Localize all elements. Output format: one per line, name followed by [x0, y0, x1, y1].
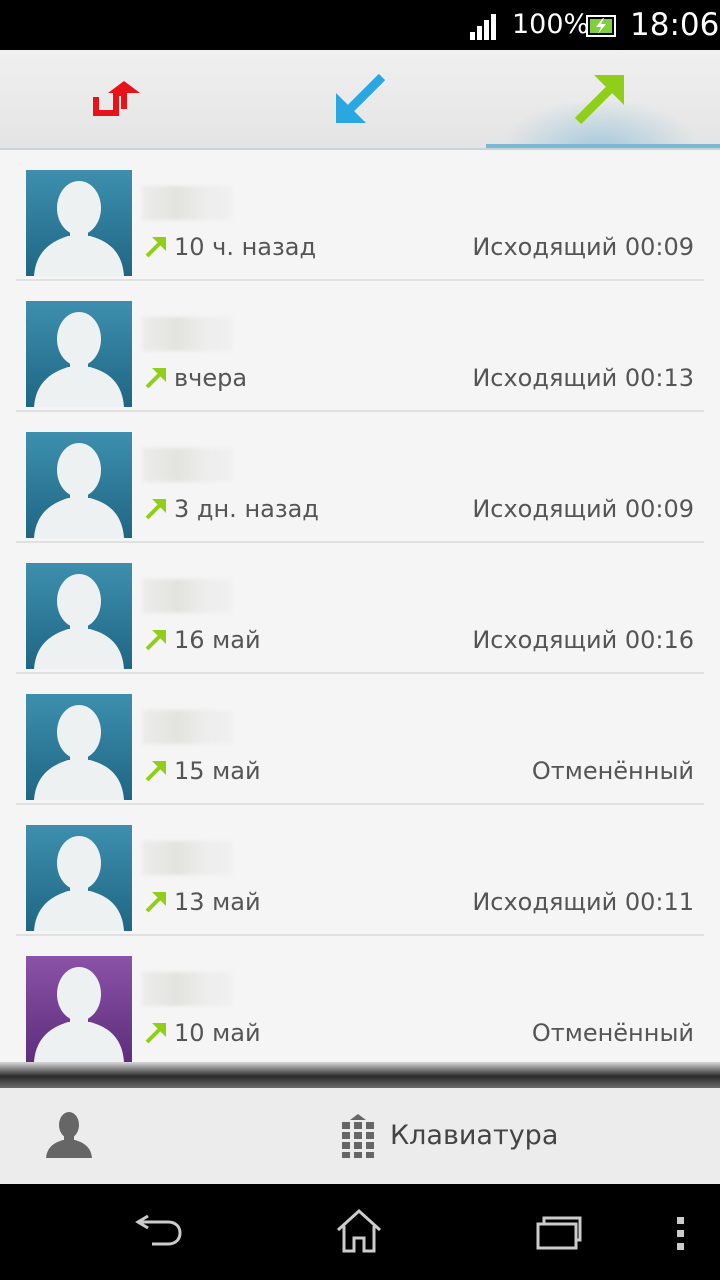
back-icon — [135, 1214, 182, 1246]
home-button[interactable] — [320, 1184, 400, 1280]
overflow-menu-button[interactable] — [660, 1184, 700, 1280]
call-time: вчера — [174, 364, 248, 392]
recent-apps-icon — [536, 1216, 582, 1250]
contact-avatar[interactable] — [26, 432, 132, 538]
contact-avatar[interactable] — [26, 301, 132, 407]
back-button[interactable] — [120, 1184, 200, 1280]
call-status: Исходящий 00:13 — [472, 364, 694, 392]
contact-name-redacted — [142, 317, 232, 351]
call-status: Исходящий 00:09 — [472, 233, 694, 261]
signal-icon — [470, 14, 496, 40]
outgoing-call-icon — [574, 75, 624, 125]
clock: 18:06 — [630, 7, 720, 43]
call-row[interactable]: 15 май Отменённый — [0, 674, 720, 805]
call-time: 10 май — [174, 1019, 261, 1047]
call-time: 3 дн. назад — [174, 495, 319, 523]
overflow-menu-icon — [677, 1217, 684, 1250]
contact-avatar[interactable] — [26, 825, 132, 931]
phone-screen: 100% 18:06 10 ч. назад Исходящий 00:09 в… — [0, 0, 720, 1280]
contact-name-redacted — [142, 448, 232, 482]
battery-percent: 100% — [512, 9, 590, 40]
contacts-button[interactable] — [20, 1088, 120, 1184]
outgoing-call-icon — [145, 499, 166, 520]
call-row[interactable]: 10 ч. назад Исходящий 00:09 — [0, 150, 720, 281]
call-row[interactable]: 16 май Исходящий 00:16 — [0, 543, 720, 674]
contact-name-redacted — [142, 579, 232, 613]
call-row[interactable]: 10 май Отменённый — [0, 936, 720, 1066]
outgoing-call-icon — [145, 1023, 166, 1044]
keypad-button[interactable]: Клавиатура — [330, 1088, 590, 1184]
call-time: 16 май — [174, 626, 261, 654]
call-row[interactable]: 3 дн. назад Исходящий 00:09 — [0, 412, 720, 543]
person-silhouette-icon — [26, 563, 132, 669]
contact-avatar[interactable] — [26, 563, 132, 669]
keypad-grid-icon — [342, 1114, 374, 1158]
missed-call-icon — [93, 81, 140, 116]
call-status: Отменённый — [531, 757, 694, 785]
person-silhouette-icon — [26, 432, 132, 538]
navigation-bar — [0, 1184, 720, 1280]
call-status: Исходящий 00:16 — [472, 626, 694, 654]
call-time: 10 ч. назад — [174, 233, 317, 261]
call-row[interactable]: вчера Исходящий 00:13 — [0, 281, 720, 412]
contact-name-redacted — [142, 972, 232, 1006]
selected-tab-indicator — [486, 144, 720, 148]
contact-avatar[interactable] — [26, 694, 132, 800]
bottom-action-bar: Клавиатура — [0, 1088, 720, 1184]
outgoing-call-icon — [145, 237, 166, 258]
person-silhouette-icon — [26, 956, 132, 1062]
person-icon — [46, 1112, 92, 1158]
call-time: 13 май — [174, 888, 261, 916]
contact-name-redacted — [142, 710, 232, 744]
call-time: 15 май — [174, 757, 261, 785]
outgoing-call-icon — [145, 761, 166, 782]
status-bar: 100% 18:06 — [0, 0, 720, 50]
contact-name-redacted — [142, 841, 232, 875]
person-silhouette-icon — [26, 170, 132, 276]
person-silhouette-icon — [26, 301, 132, 407]
call-log-tabs — [0, 50, 720, 150]
person-silhouette-icon — [26, 694, 132, 800]
person-silhouette-icon — [26, 825, 132, 931]
contact-name-redacted — [142, 186, 232, 220]
recent-apps-button[interactable] — [520, 1184, 600, 1280]
incoming-call-icon — [336, 73, 386, 123]
outgoing-call-icon — [145, 630, 166, 651]
call-status: Отменённый — [531, 1019, 694, 1047]
call-list[interactable]: 10 ч. назад Исходящий 00:09 вчера Исходя… — [0, 150, 720, 1066]
home-icon — [336, 1208, 382, 1253]
contact-avatar[interactable] — [26, 956, 132, 1062]
tab-missed-calls[interactable] — [0, 50, 240, 148]
outgoing-call-icon — [145, 368, 166, 389]
tab-received-calls[interactable] — [240, 50, 480, 148]
list-edge-shadow — [0, 1062, 720, 1088]
contact-avatar[interactable] — [26, 170, 132, 276]
call-status: Исходящий 00:09 — [472, 495, 694, 523]
battery-icon — [586, 15, 616, 37]
call-status: Исходящий 00:11 — [472, 888, 694, 916]
keypad-label: Клавиатура — [390, 1120, 559, 1151]
outgoing-call-icon — [145, 892, 166, 913]
tab-outgoing-calls[interactable] — [480, 50, 720, 148]
call-row[interactable]: 13 май Исходящий 00:11 — [0, 805, 720, 936]
